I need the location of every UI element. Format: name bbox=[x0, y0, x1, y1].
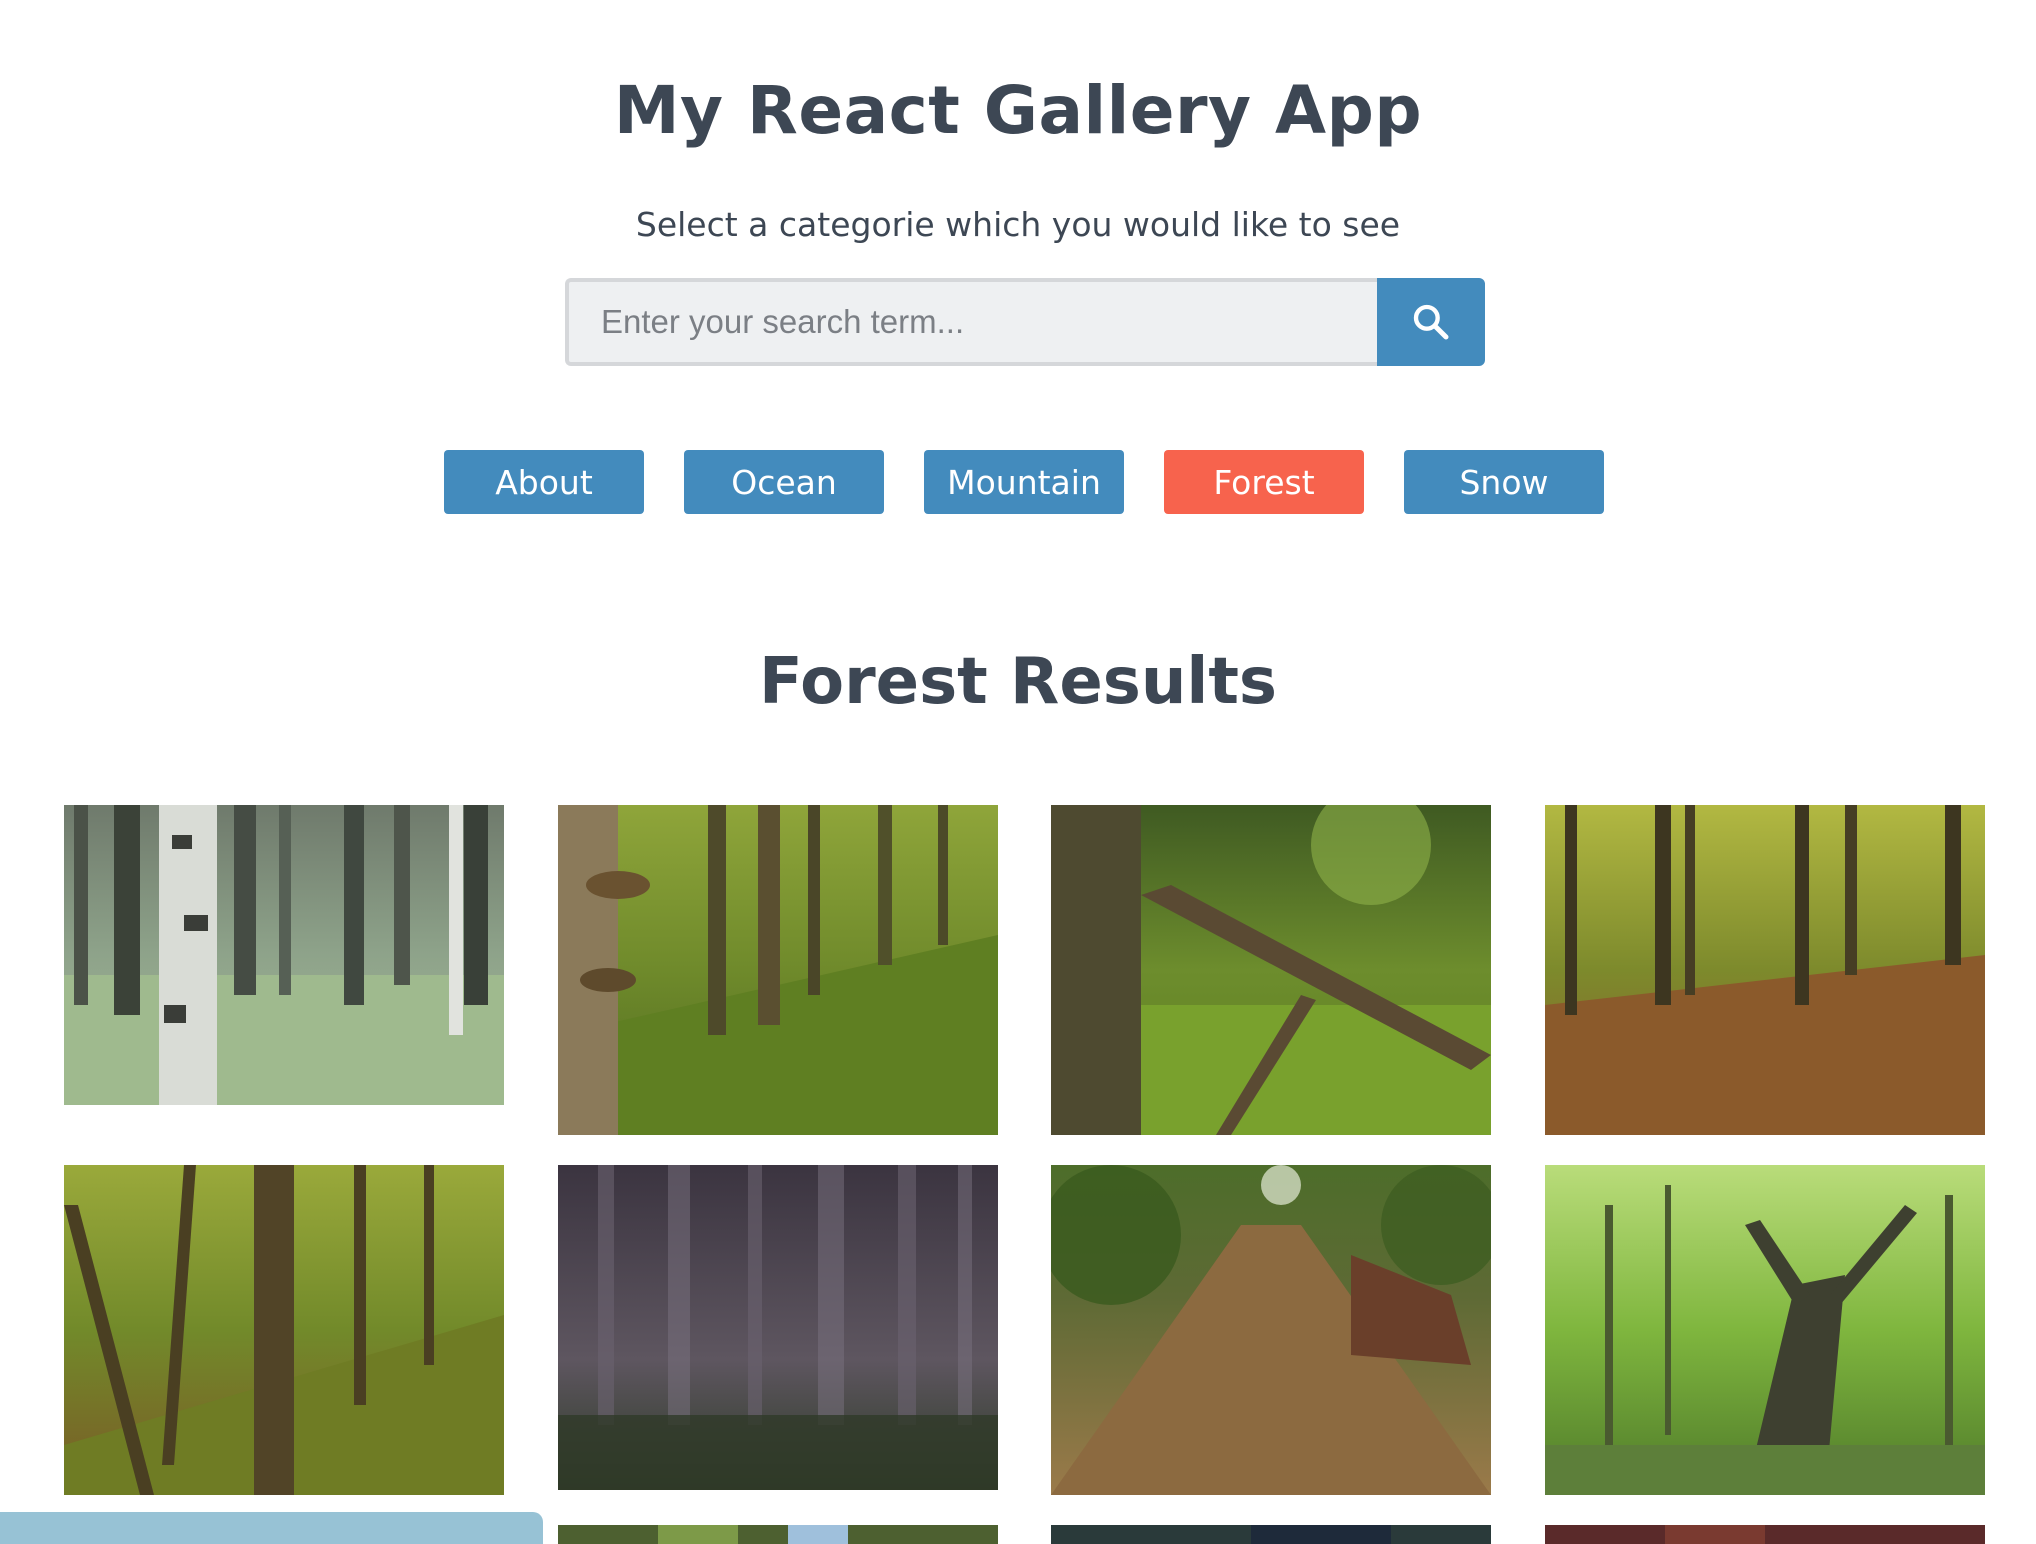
search-button[interactable] bbox=[1377, 278, 1485, 366]
photo-forest-row3-2[interactable] bbox=[558, 1525, 998, 1544]
photo-birch-forest[interactable] bbox=[64, 805, 504, 1105]
search-icon bbox=[1413, 304, 1449, 340]
nav-mountain-button[interactable]: Mountain bbox=[924, 450, 1124, 514]
results-title: Forest Results bbox=[759, 645, 1277, 719]
subtitle: Select a categorie which you would like … bbox=[635, 205, 1401, 244]
nav-snow-button[interactable]: Snow bbox=[1404, 450, 1604, 514]
photo-forest-row3-3[interactable] bbox=[1051, 1525, 1491, 1544]
category-nav: About Ocean Mountain Forest Snow bbox=[444, 450, 1604, 514]
nav-ocean-button[interactable]: Ocean bbox=[684, 450, 884, 514]
photo-forest-row3-4[interactable] bbox=[1545, 1525, 1985, 1544]
bottom-panel bbox=[0, 1512, 543, 1544]
photo-beech-forest[interactable] bbox=[64, 1165, 504, 1495]
nav-forest-button[interactable]: Forest bbox=[1164, 450, 1364, 514]
photo-old-tree[interactable] bbox=[1545, 1165, 1985, 1495]
nav-about-button[interactable]: About bbox=[444, 450, 644, 514]
photo-forest-path[interactable] bbox=[1545, 805, 1985, 1135]
photo-blurred-forest[interactable] bbox=[558, 1165, 998, 1490]
search-input[interactable] bbox=[565, 278, 1377, 366]
photo-stone-stairs[interactable] bbox=[1051, 1165, 1491, 1495]
photo-mushroom-forest[interactable] bbox=[558, 805, 998, 1135]
photo-fallen-tree[interactable] bbox=[1051, 805, 1491, 1135]
app-title: My React Gallery App bbox=[613, 72, 1423, 149]
search-form bbox=[565, 278, 1485, 366]
